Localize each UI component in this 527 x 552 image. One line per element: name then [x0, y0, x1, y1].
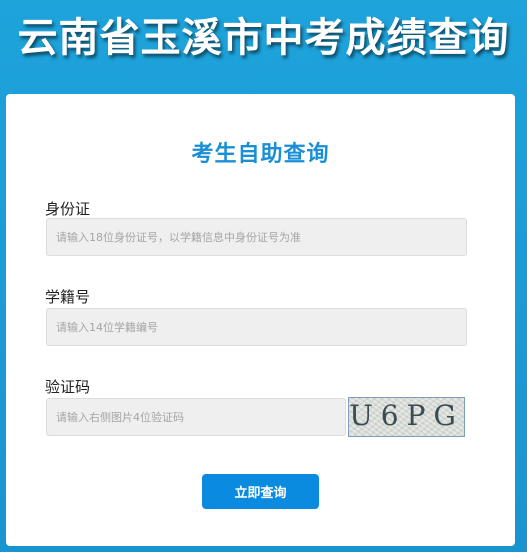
captcha-text: U6PG [349, 399, 464, 432]
page: 云南省玉溪市中考成绩查询 考生自助查询 身份证 学籍号 验证码 U6PG 立即查… [0, 0, 527, 552]
page-title: 云南省玉溪市中考成绩查询 [17, 15, 510, 61]
form-title: 考生自助查询 [191, 142, 330, 167]
student-no-label: 学籍号 [45, 288, 91, 306]
captcha-image[interactable]: U6PG [348, 397, 465, 437]
id-card-input[interactable] [46, 218, 467, 256]
captcha-label: 验证码 [45, 378, 91, 396]
id-card-label: 身份证 [45, 200, 91, 218]
student-no-input[interactable] [46, 308, 467, 346]
submit-query-button[interactable]: 立即查询 [202, 474, 319, 509]
query-card: 考生自助查询 身份证 学籍号 验证码 U6PG 立即查询 [6, 94, 515, 546]
captcha-input[interactable] [46, 398, 346, 436]
